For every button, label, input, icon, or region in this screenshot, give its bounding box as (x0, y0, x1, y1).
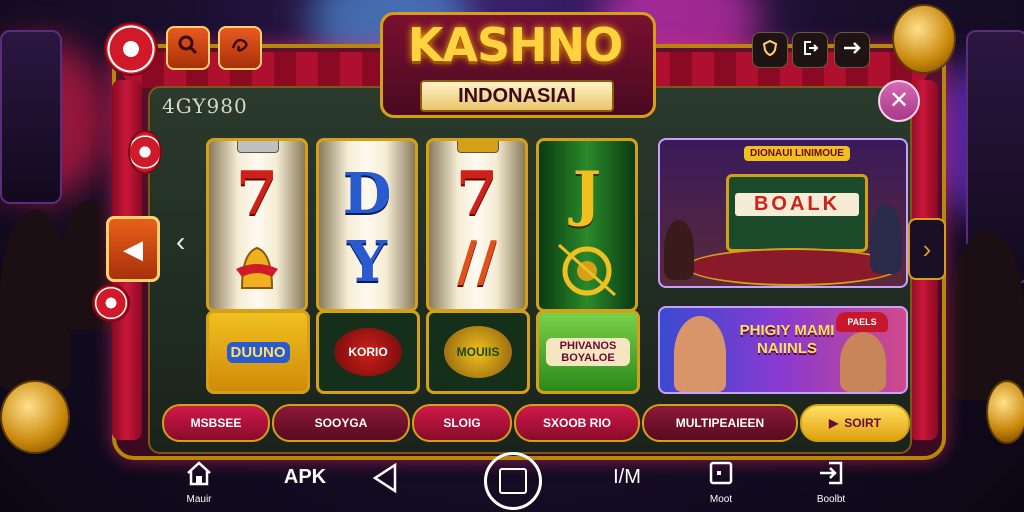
nav-label: Moot (709, 494, 733, 505)
reel-1: 7 (206, 138, 308, 312)
search-button[interactable] (166, 26, 210, 70)
coin-swirl-icon (539, 235, 635, 307)
symbol-tile[interactable]: KORIO (316, 310, 420, 394)
sort-tab-label: SOIRT (844, 416, 881, 430)
promo-slot-text: BOALK (735, 193, 859, 216)
reel-symbol: J (572, 159, 602, 229)
promo-card-live-slot[interactable]: DIONAUI LINIMOUE BOALK (658, 138, 908, 288)
tile-label: KORIO (334, 328, 402, 376)
nav-login[interactable]: Boolbt (806, 460, 856, 505)
search-icon (177, 34, 199, 62)
tile-label: MOUIIS (444, 326, 512, 378)
reel-3: 7 // (426, 138, 528, 312)
chevron-left-icon[interactable]: ‹ (176, 226, 185, 258)
promo-person (664, 220, 694, 280)
nav-apk[interactable]: APK (280, 466, 330, 489)
exit-button[interactable] (792, 32, 828, 68)
nav-label: Boolbt (816, 494, 846, 505)
promo-host-female (674, 316, 726, 392)
tile-label: DUUNO (226, 341, 290, 363)
arrow-right-icon (842, 39, 862, 62)
reel-2: D Y (316, 138, 418, 312)
background-slot-machine (0, 30, 62, 204)
promo-sign: DIONAUI LINIMOUE (744, 146, 850, 161)
background-person (950, 230, 1024, 400)
promo-host-male (840, 332, 886, 392)
nav-center-button[interactable] (484, 452, 542, 510)
tab-5[interactable]: MULTIPEAIEEN (642, 404, 798, 442)
login-icon (806, 460, 856, 492)
reel-symbol: Y (347, 229, 387, 295)
home-icon (174, 460, 224, 492)
shield-icon (761, 39, 779, 62)
tab-3[interactable]: SLOIG (412, 404, 512, 442)
symbol-tile[interactable]: MOUIIS (426, 310, 530, 394)
chevron-right-icon: › (922, 233, 932, 264)
reel-symbol: D (342, 161, 392, 227)
promo-slot-screen: BOALK (726, 174, 868, 252)
tab-1[interactable]: MSBSEE (162, 404, 270, 442)
gold-coin-stack-icon (0, 380, 70, 454)
nav-label: APK (283, 466, 327, 488)
previous-button[interactable]: ◀ (106, 216, 160, 282)
swirl-button[interactable] (218, 26, 262, 70)
nav-back[interactable] (360, 462, 410, 500)
play-icon: ▶ (829, 416, 839, 430)
nav-im[interactable]: I/M (602, 466, 652, 489)
promo-card-hosts[interactable]: PHIGIY MAMI NAIINLS PAELS (658, 306, 908, 394)
reel-4: J (536, 138, 638, 312)
close-button[interactable]: ✕ (878, 80, 920, 122)
reel-symbol: 7 (456, 159, 498, 229)
back-triangle-icon (360, 462, 410, 500)
exit-icon (801, 39, 819, 62)
promo-dealer (870, 204, 902, 274)
tile-label: PHIVANOS BOYALOE (546, 338, 630, 366)
poker-chip-icon (128, 130, 162, 174)
gold-coin-stack-icon (892, 4, 956, 74)
chevron-left-icon: ◀ (123, 233, 143, 264)
nav-label: I/M (613, 466, 641, 488)
promo-hat: PAELS (836, 312, 888, 332)
symbol-tile[interactable]: PHIVANOS BOYALOE (536, 310, 640, 394)
promo-table (686, 248, 900, 286)
poker-chip-icon (92, 284, 130, 322)
reel-cap (237, 141, 279, 153)
score-display: 4GY980 (162, 94, 248, 118)
close-icon: ✕ (888, 87, 910, 114)
shield-button[interactable] (752, 32, 788, 68)
app-title: KASHNO (407, 18, 623, 72)
promo-text: PHIGIY MAMI NAIINLS (739, 322, 835, 357)
poker-chip-icon (104, 22, 158, 76)
app-subtitle: INDONASIAI (420, 80, 614, 112)
nav-label: Mauir (186, 494, 212, 505)
sort-tab[interactable]: ▶ SOIRT (800, 404, 910, 442)
nav-home[interactable]: Mauir (174, 460, 224, 505)
next-button[interactable]: › (908, 218, 946, 280)
tab-2[interactable]: SOOYGA (272, 404, 410, 442)
nav-square[interactable]: Moot (696, 460, 746, 505)
reel-symbol: // (457, 229, 497, 293)
square-icon (696, 460, 746, 492)
bell-icon (209, 233, 305, 307)
center-button-icon (499, 468, 527, 494)
reel-symbol: 7 (236, 159, 278, 229)
tab-4[interactable]: SXOOB RIO (514, 404, 640, 442)
swirl-icon (229, 34, 251, 62)
reel-cap (457, 141, 499, 153)
gold-coin-stack-icon (986, 380, 1024, 444)
symbol-tile[interactable]: DUUNO (206, 310, 310, 394)
forward-button[interactable] (834, 32, 870, 68)
